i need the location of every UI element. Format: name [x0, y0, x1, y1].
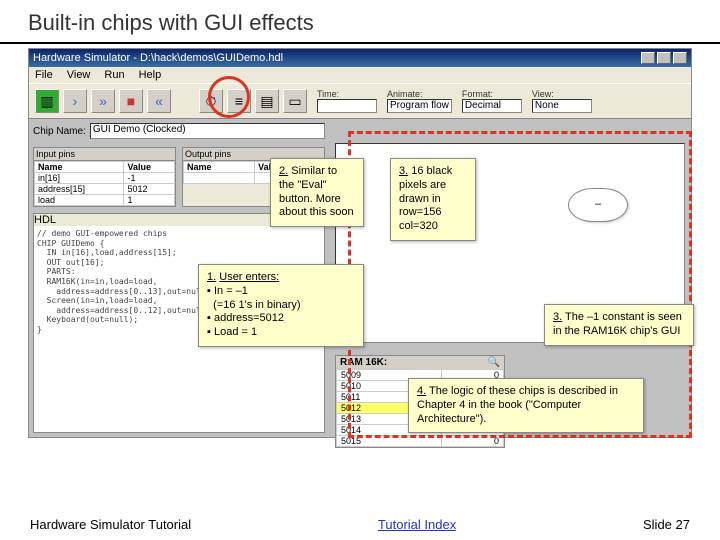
format-select[interactable]: Decimal: [462, 99, 522, 113]
script-icon[interactable]: ▤: [255, 89, 279, 113]
view-select[interactable]: None: [532, 99, 592, 113]
view-label: View:: [532, 89, 592, 99]
chipname-field[interactable]: GUI Demo (Clocked): [90, 123, 325, 139]
menubar: File View Run Help: [29, 67, 691, 83]
fast-icon[interactable]: »: [91, 89, 115, 113]
animate-label: Animate:: [387, 89, 452, 99]
table-row: 50150: [337, 436, 504, 447]
menu-run[interactable]: Run: [104, 69, 124, 81]
screen-icon[interactable]: ▭: [283, 89, 307, 113]
minimize-icon[interactable]: [641, 52, 655, 64]
chipname-label: Chip Name:: [33, 126, 86, 137]
close-icon[interactable]: [673, 52, 687, 64]
stop-icon[interactable]: ■: [119, 89, 143, 113]
callout-2: 2. Similar to the "Eval" button. More ab…: [270, 158, 364, 227]
input-pins-panel: Input pins NameValue in[16]-1 address[15…: [33, 147, 176, 207]
footer-left: Hardware Simulator Tutorial: [30, 517, 191, 532]
callout-4: 4. The logic of these chips is described…: [408, 378, 644, 433]
slide-title: Built-in chips with GUI effects: [0, 0, 720, 42]
callout-1: 1. User enters: In = –1 (=16 1's in bina…: [198, 264, 364, 347]
cloud-shape: –: [568, 188, 628, 222]
table-row: load1: [35, 195, 175, 206]
maximize-icon[interactable]: [657, 52, 671, 64]
time-field: [317, 99, 377, 113]
format-label: Format:: [462, 89, 522, 99]
titlebar: Hardware Simulator - D:\hack\demos\GUIDe…: [29, 49, 691, 67]
input-pins-table: NameValue in[16]-1 address[15]5012 load1: [34, 161, 175, 206]
time-label: Time:: [317, 89, 377, 99]
callout-3-ram: 3. The –1 constant is seen in the RAM16K…: [544, 304, 694, 346]
window-title: Hardware Simulator - D:\hack\demos\GUIDe…: [33, 52, 283, 64]
table-row: in[16]-1: [35, 173, 175, 184]
menu-file[interactable]: File: [35, 69, 53, 81]
slide-footer: Hardware Simulator Tutorial Tutorial Ind…: [0, 517, 720, 532]
toolbar: ▥ › » ■ « ⏱ ≡ ▤ ▭ Time: Animate:Program …: [29, 83, 691, 119]
tutorial-index-link[interactable]: Tutorial Index: [378, 517, 456, 532]
slide-number: Slide 27: [643, 517, 690, 532]
rewind-icon[interactable]: «: [147, 89, 171, 113]
callout-3-screen: 3. 16 black pixels are drawn in row=156 …: [390, 158, 476, 241]
search-icon[interactable]: 🔍: [488, 357, 500, 368]
chip-icon[interactable]: ▥: [35, 89, 59, 113]
table-row: address[15]5012: [35, 184, 175, 195]
animate-select[interactable]: Program flow: [387, 99, 452, 113]
step-icon[interactable]: ›: [63, 89, 87, 113]
ram-title: RAM 16K:: [340, 357, 387, 368]
menu-help[interactable]: Help: [139, 69, 162, 81]
clock-icon[interactable]: ⏱: [199, 89, 223, 113]
input-pins-title: Input pins: [34, 148, 175, 161]
menu-view[interactable]: View: [67, 69, 91, 81]
title-rule: [0, 42, 720, 44]
eval-icon[interactable]: ≡: [227, 89, 251, 113]
